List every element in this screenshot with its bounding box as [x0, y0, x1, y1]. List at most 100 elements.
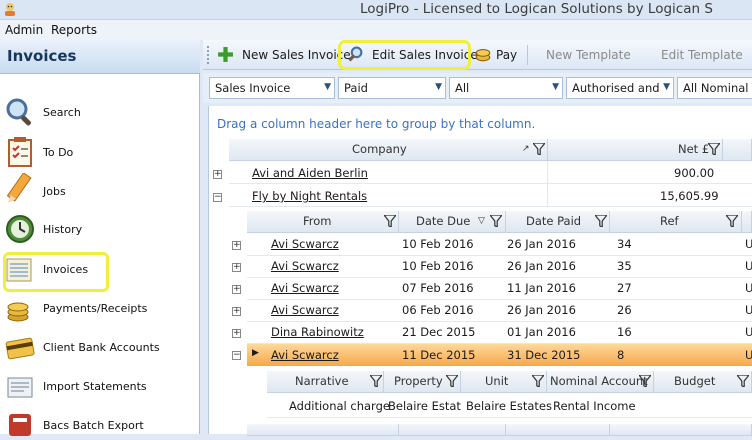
filter-icon[interactable] — [490, 215, 502, 227]
column-header-ref[interactable]: Ref — [610, 211, 742, 233]
menu-reports[interactable]: Reports — [51, 23, 97, 37]
filter-icon[interactable] — [446, 375, 458, 387]
column-header-unit[interactable]: Unit — [461, 371, 547, 393]
sidebar-item-payments[interactable]: Payments/Receipts — [43, 302, 147, 315]
column-header-company[interactable]: Company ↗ — [229, 139, 548, 161]
expand-icon[interactable]: + — [232, 329, 241, 338]
pay-button[interactable]: Pay — [496, 48, 517, 62]
pencil-icon — [6, 173, 32, 203]
sidebar-item-client-bank-accounts[interactable]: Client Bank Accounts — [43, 341, 160, 354]
pay-coins-icon[interactable] — [474, 45, 492, 63]
from-link[interactable]: Avi Scwarcz — [271, 303, 339, 317]
column-header-date-paid[interactable]: Date Paid — [506, 211, 610, 233]
filter-icon[interactable] — [639, 375, 651, 387]
collapse-icon[interactable]: − — [213, 193, 222, 202]
magnifier-icon — [6, 98, 31, 126]
column-header-budget[interactable]: Budget — [654, 371, 752, 393]
status-select[interactable]: Paid ▼ — [338, 77, 446, 99]
filter-icon[interactable] — [384, 215, 396, 227]
net-amount: 15,605.99 — [660, 189, 719, 203]
date-paid: 26 Jan 2016 — [507, 259, 576, 273]
invoice-type-select[interactable]: Sales Invoice ▼ — [209, 77, 335, 99]
from-link[interactable]: Dina Rabinowitz — [271, 325, 364, 339]
column-header-narrative[interactable]: Narrative — [267, 371, 384, 393]
expand-icon[interactable]: + — [232, 263, 241, 272]
expand-icon[interactable]: + — [232, 285, 241, 294]
history-icon — [6, 215, 34, 243]
column-header-date-paid[interactable] — [506, 424, 610, 436]
coins-icon — [7, 302, 29, 322]
range-value: All — [455, 81, 470, 95]
chevron-down-icon: ▼ — [324, 82, 331, 92]
filter-icon[interactable] — [737, 375, 749, 387]
from-link[interactable]: Avi Scwarcz — [271, 259, 339, 273]
column-header-from[interactable] — [247, 424, 399, 436]
group-by-hint[interactable]: Drag a column header here to group by th… — [217, 117, 535, 131]
date-due: 10 Feb 2016 — [402, 237, 474, 251]
authorisation-select[interactable]: Authorised and ▼ — [566, 77, 674, 99]
date-paid: 26 Jan 2016 — [507, 303, 576, 317]
overflow-value: U — [745, 325, 752, 339]
plus-icon[interactable] — [217, 46, 234, 63]
app-logo-icon — [5, 3, 15, 16]
filter-icon[interactable] — [726, 215, 738, 227]
column-header-net[interactable]: Net £ — [548, 139, 723, 161]
date-paid: 11 Jan 2016 — [507, 281, 576, 295]
filter-icon[interactable] — [370, 375, 382, 387]
overflow-value: U — [745, 237, 752, 251]
sidebar-item-jobs[interactable]: Jobs — [43, 185, 66, 198]
from-link[interactable]: Avi Scwarcz — [271, 281, 339, 295]
sidebar-item-history[interactable]: History — [43, 223, 82, 236]
nominal-value: All Nominal A — [683, 81, 752, 95]
column-header-property[interactable]: Property — [384, 371, 461, 393]
column-header-date-due[interactable] — [399, 424, 506, 436]
column-header-overflow[interactable] — [742, 211, 752, 233]
column-header-overflow[interactable] — [723, 139, 752, 161]
sidebar-item-bacs-batch-export[interactable]: Bacs Batch Export — [43, 419, 144, 432]
row-divider — [247, 321, 752, 322]
new-template-button[interactable]: New Template — [546, 48, 631, 62]
toolbar-separator — [527, 45, 528, 65]
new-sales-invoice-button[interactable]: New Sales Invoice — [242, 48, 351, 62]
chevron-down-icon: ▼ — [435, 82, 442, 92]
overflow-value: U — [745, 303, 752, 317]
column-header-ref[interactable] — [610, 424, 752, 436]
date-due: 11 Dec 2015 — [402, 348, 476, 362]
expand-icon[interactable]: + — [232, 307, 241, 316]
company-link[interactable]: Avi and Aiden Berlin — [252, 166, 368, 180]
column-header-label: Company — [352, 142, 407, 156]
filter-icon[interactable] — [595, 215, 607, 227]
expand-icon[interactable]: + — [232, 241, 241, 250]
import-statements-icon — [7, 377, 33, 398]
column-header-label: Property — [394, 374, 443, 388]
sort-ascending-icon[interactable]: ↗ — [522, 144, 530, 154]
expand-icon[interactable]: + — [213, 170, 222, 179]
from-link[interactable]: Avi Scwarcz — [271, 237, 339, 251]
sidebar-item-import-statements[interactable]: Import Statements — [43, 380, 147, 393]
from-link[interactable]: Avi Scwarcz — [271, 348, 339, 362]
date-paid: 31 Dec 2015 — [507, 348, 581, 362]
filter-icon[interactable] — [532, 375, 544, 387]
date-paid: 01 Jan 2016 — [507, 325, 576, 339]
menu-admin[interactable]: Admin — [5, 23, 43, 37]
collapse-icon[interactable]: − — [232, 351, 241, 360]
sort-descending-icon[interactable]: ▽ — [478, 216, 485, 226]
sidebar-item-todo[interactable]: To Do — [43, 146, 73, 159]
filter-icon[interactable] — [708, 143, 720, 155]
invoice-type-value: Sales Invoice — [215, 81, 291, 95]
invoices-highlight-callout — [3, 252, 109, 292]
sidebar-item-search[interactable]: Search — [43, 106, 81, 119]
range-select[interactable]: All ▼ — [449, 77, 563, 99]
nominal-select[interactable]: All Nominal A — [677, 77, 752, 99]
edit-template-button[interactable]: Edit Template — [661, 48, 743, 62]
invoice-ref: 26 — [617, 303, 632, 317]
row-divider — [247, 299, 752, 300]
column-header-date-due[interactable]: Date Due ▽ — [399, 211, 506, 233]
toolbar-grip[interactable] — [207, 46, 209, 64]
column-header-from[interactable]: From — [247, 211, 399, 233]
date-due: 10 Feb 2016 — [402, 259, 474, 273]
column-header-nominal-account[interactable]: Nominal Account — [547, 371, 654, 393]
company-link[interactable]: Fly by Night Rentals — [252, 189, 367, 203]
column-header-label: Date Due — [416, 214, 471, 228]
filter-icon[interactable] — [533, 143, 545, 155]
